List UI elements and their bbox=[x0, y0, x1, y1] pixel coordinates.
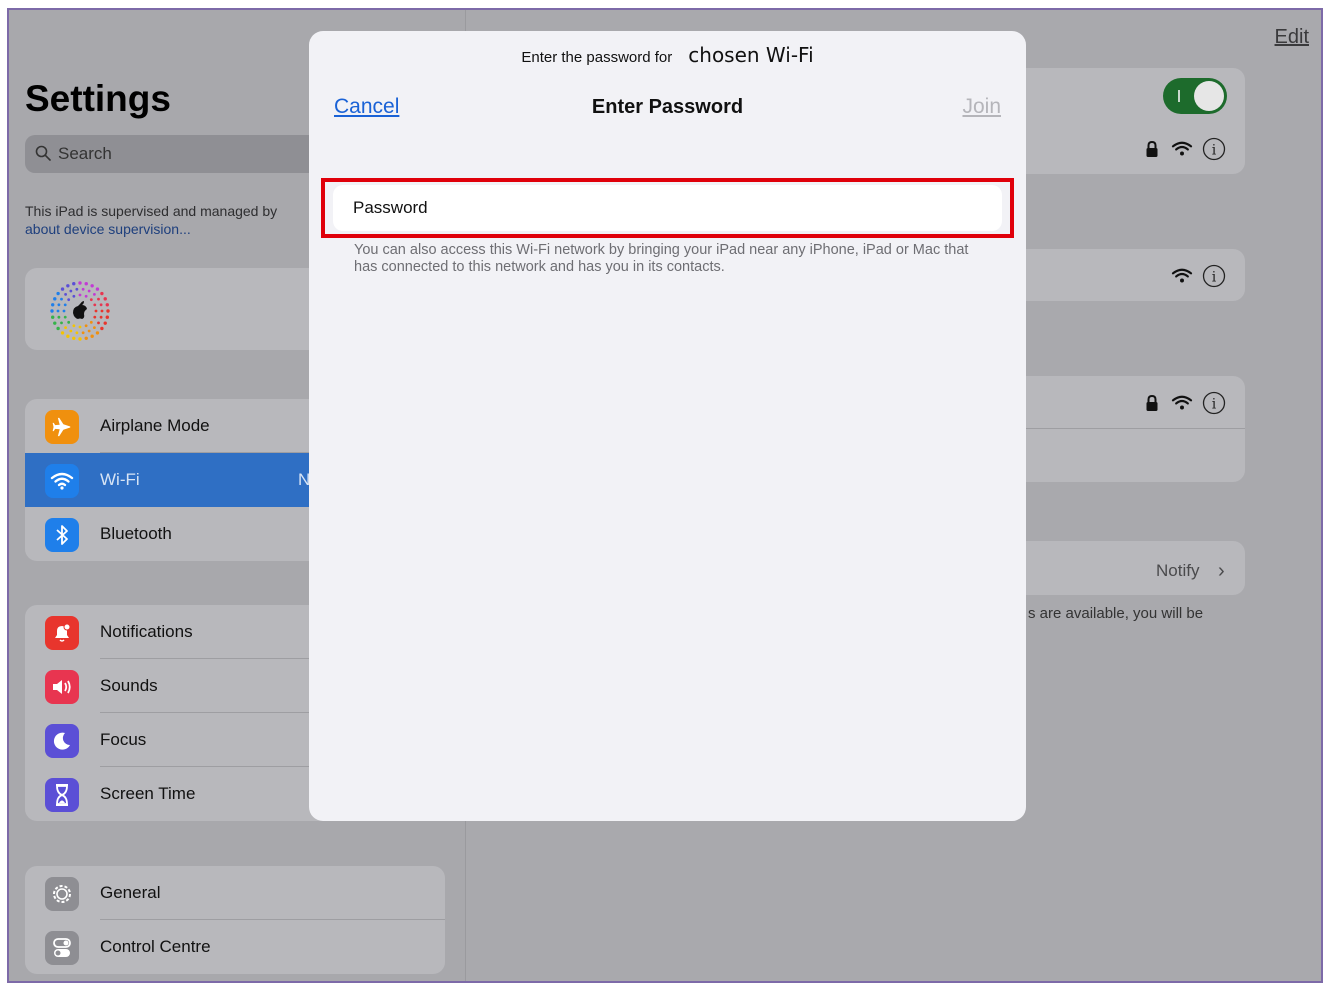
wifi-signal-icon bbox=[1171, 395, 1193, 410]
apple-account-icon bbox=[50, 281, 110, 341]
password-hint: You can also access this Wi-Fi network b… bbox=[354, 242, 969, 275]
sidebar-item-label: Airplane Mode bbox=[100, 416, 210, 435]
edit-button[interactable]: Edit bbox=[1275, 26, 1309, 49]
ask-to-join-footer: s are available, you will be bbox=[1028, 605, 1204, 622]
network-name: chosen Wi-Fi bbox=[688, 43, 814, 67]
chevron-right-icon: › bbox=[1218, 560, 1225, 582]
sidebar-item-label: General bbox=[100, 883, 161, 902]
password-prompt: Enter the password for chosen Wi-Fi bbox=[309, 43, 1026, 67]
supervision-notice: This iPad is supervised and managed by a… bbox=[25, 202, 325, 238]
password-input[interactable] bbox=[333, 185, 1002, 231]
sidebar-item-label: Sounds bbox=[100, 676, 158, 695]
info-icon[interactable]: i bbox=[1202, 391, 1226, 415]
svg-text:i: i bbox=[1212, 270, 1217, 286]
general-group: General Control Centre bbox=[25, 866, 445, 974]
sidebar-item-label: Screen Time bbox=[100, 784, 196, 803]
info-icon[interactable]: i bbox=[1202, 137, 1226, 161]
prompt-text: Enter the password for bbox=[521, 49, 673, 66]
bell-icon bbox=[45, 616, 79, 650]
wifi-signal-icon bbox=[1171, 141, 1193, 156]
ipad-screen: Settings Search This iPad is supervised … bbox=[7, 8, 1323, 983]
svg-text:i: i bbox=[1212, 143, 1217, 159]
wifi-icon bbox=[45, 464, 79, 498]
search-placeholder: Search bbox=[58, 144, 112, 163]
info-icon[interactable]: i bbox=[1202, 264, 1226, 288]
sidebar-item-label: Focus bbox=[100, 730, 147, 749]
gear-icon bbox=[45, 877, 79, 911]
lock-icon bbox=[1146, 140, 1158, 157]
sidebar-item-control-centre[interactable]: Control Centre bbox=[25, 920, 445, 974]
sidebar-item-label: Bluetooth bbox=[100, 524, 172, 543]
bluetooth-icon bbox=[45, 518, 79, 552]
search-icon bbox=[35, 145, 51, 161]
hourglass-icon bbox=[45, 778, 79, 812]
moon-icon bbox=[45, 724, 79, 758]
enter-password-sheet: Enter the password for chosen Wi-Fi Cance… bbox=[309, 31, 1026, 821]
supervision-text: This iPad is supervised and managed by bbox=[25, 203, 278, 219]
page-title: Settings bbox=[25, 78, 171, 119]
wifi-toggle[interactable] bbox=[1163, 78, 1227, 114]
join-button[interactable]: Join bbox=[962, 95, 1001, 119]
wifi-signal-icon bbox=[1171, 268, 1193, 283]
svg-text:i: i bbox=[1212, 397, 1217, 413]
sidebar-item-label: Notifications bbox=[100, 622, 193, 641]
sidebar-item-label: Wi-Fi bbox=[100, 470, 140, 489]
sidebar-item-general[interactable]: General bbox=[25, 866, 445, 920]
lock-icon bbox=[1146, 394, 1158, 411]
switches-icon bbox=[45, 931, 79, 965]
supervision-link[interactable]: about device supervision... bbox=[25, 220, 325, 238]
sidebar-item-label: Control Centre bbox=[100, 937, 211, 956]
sheet-title: Enter Password bbox=[591, 96, 744, 118]
ask-to-join-value: Notify bbox=[1156, 561, 1200, 580]
airplane-icon bbox=[45, 410, 79, 444]
speaker-icon bbox=[45, 670, 79, 704]
